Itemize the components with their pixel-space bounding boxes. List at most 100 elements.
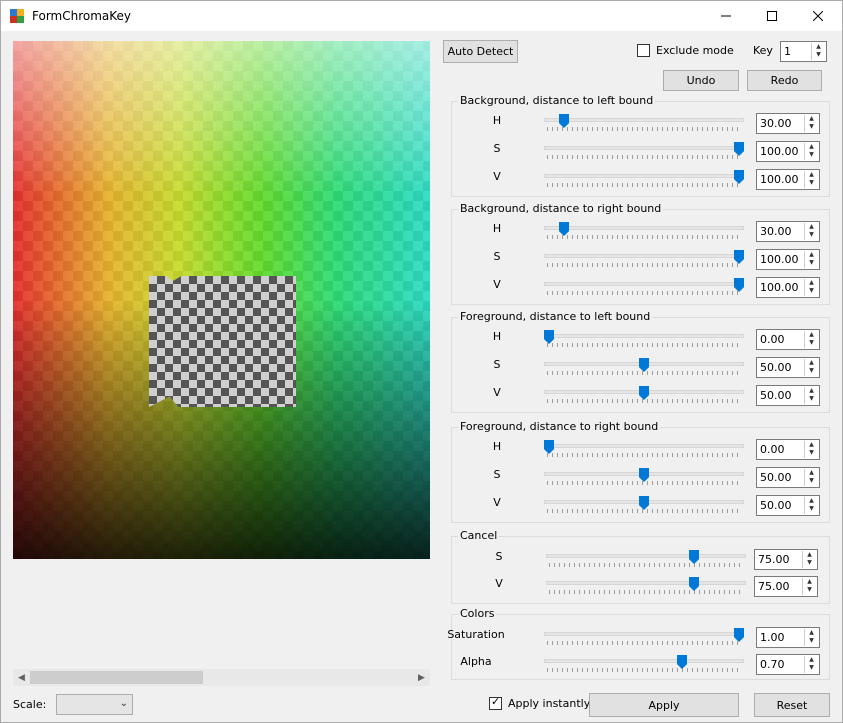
trackbar-slider[interactable]: [544, 440, 744, 460]
spin-down-icon[interactable]: ▼: [805, 123, 818, 131]
preview-horizontal-scrollbar[interactable]: ◀ ▶: [13, 669, 430, 686]
spin-up-icon[interactable]: ▲: [805, 143, 818, 151]
value-spinner[interactable]: 30.00 ▲ ▼: [756, 113, 820, 134]
slider-track[interactable]: [544, 226, 744, 230]
spinner-arrows[interactable]: ▲ ▼: [804, 469, 818, 486]
value-spinner[interactable]: 0.00 ▲ ▼: [756, 439, 820, 460]
scroll-right-arrow-icon[interactable]: ▶: [413, 669, 430, 686]
spin-down-icon[interactable]: ▼: [805, 477, 818, 485]
value-spinner[interactable]: 75.00 ▲ ▼: [754, 549, 818, 570]
image-preview[interactable]: [13, 41, 430, 559]
slider-thumb[interactable]: [734, 278, 744, 292]
value-spinner[interactable]: 100.00 ▲ ▼: [756, 141, 820, 162]
spin-down-icon[interactable]: ▼: [805, 395, 818, 403]
slider-thumb[interactable]: [689, 550, 699, 564]
trackbar-slider[interactable]: [544, 655, 744, 675]
slider-thumb[interactable]: [677, 655, 687, 669]
trackbar-slider[interactable]: [544, 358, 744, 378]
title-bar[interactable]: FormChromaKey: [1, 1, 842, 31]
slider-thumb[interactable]: [639, 496, 649, 510]
spin-up-icon[interactable]: ▲: [805, 115, 818, 123]
spinner-value[interactable]: 100.00: [760, 281, 799, 294]
spinner-arrows[interactable]: ▲ ▼: [804, 331, 818, 348]
trackbar-slider[interactable]: [544, 114, 744, 134]
slider-thumb[interactable]: [559, 114, 569, 128]
close-button[interactable]: [795, 1, 841, 31]
spinner-arrows[interactable]: ▲ ▼: [804, 387, 818, 404]
key-spinner[interactable]: 1 ▲ ▼: [780, 41, 827, 62]
spin-down-icon[interactable]: ▼: [805, 664, 818, 672]
spin-up-icon[interactable]: ▲: [805, 359, 818, 367]
slider-thumb[interactable]: [639, 468, 649, 482]
trackbar-slider[interactable]: [544, 250, 744, 270]
value-spinner[interactable]: 75.00 ▲ ▼: [754, 576, 818, 597]
spinner-arrows[interactable]: ▲ ▼: [804, 115, 818, 132]
spinner-arrows[interactable]: ▲ ▼: [804, 497, 818, 514]
spinner-value[interactable]: 75.00: [758, 580, 790, 593]
value-spinner[interactable]: 100.00 ▲ ▼: [756, 249, 820, 270]
spin-up-icon[interactable]: ▲: [805, 331, 818, 339]
slider-thumb[interactable]: [734, 250, 744, 264]
trackbar-slider[interactable]: [544, 278, 744, 298]
spin-up-icon[interactable]: ▲: [805, 629, 818, 637]
minimize-button[interactable]: [703, 1, 749, 31]
value-spinner[interactable]: 50.00 ▲ ▼: [756, 495, 820, 516]
slider-track[interactable]: [544, 254, 744, 258]
spin-up-icon[interactable]: ▲: [805, 223, 818, 231]
trackbar-slider[interactable]: [544, 142, 744, 162]
spinner-value[interactable]: 1.00: [760, 631, 785, 644]
spin-down-icon[interactable]: ▼: [805, 179, 818, 187]
value-spinner[interactable]: 30.00 ▲ ▼: [756, 221, 820, 242]
exclude-mode-checkbox[interactable]: [637, 44, 650, 57]
spinner-value[interactable]: 75.00: [758, 553, 790, 566]
spinner-arrows[interactable]: ▲ ▼: [804, 656, 818, 673]
value-spinner[interactable]: 50.00 ▲ ▼: [756, 385, 820, 406]
spin-down-icon[interactable]: ▼: [805, 151, 818, 159]
slider-thumb[interactable]: [639, 358, 649, 372]
slider-track[interactable]: [544, 659, 744, 663]
spinner-value[interactable]: 100.00: [760, 253, 799, 266]
spin-up-icon[interactable]: ▲: [805, 251, 818, 259]
value-spinner[interactable]: 0.00 ▲ ▼: [756, 329, 820, 350]
value-spinner[interactable]: 50.00 ▲ ▼: [756, 467, 820, 488]
spinner-arrows[interactable]: ▲ ▼: [804, 143, 818, 160]
spin-down-icon[interactable]: ▼: [805, 367, 818, 375]
scrollbar-thumb[interactable]: [30, 671, 203, 684]
slider-thumb[interactable]: [734, 142, 744, 156]
spin-down-icon[interactable]: ▼: [805, 339, 818, 347]
slider-thumb[interactable]: [544, 440, 554, 454]
slider-track[interactable]: [544, 174, 744, 178]
spinner-arrows[interactable]: ▲ ▼: [804, 359, 818, 376]
spinner-value[interactable]: 50.00: [760, 389, 792, 402]
spinner-arrows[interactable]: ▲ ▼: [804, 279, 818, 296]
slider-track[interactable]: [544, 118, 744, 122]
spinner-arrows[interactable]: ▲ ▼: [802, 551, 816, 568]
value-spinner[interactable]: 0.70 ▲ ▼: [756, 654, 820, 675]
spin-up-icon[interactable]: ▲: [805, 279, 818, 287]
scroll-left-arrow-icon[interactable]: ◀: [13, 669, 30, 686]
slider-track[interactable]: [544, 282, 744, 286]
spinner-value[interactable]: 0.00: [760, 443, 785, 456]
spin-down-icon[interactable]: ▼: [805, 637, 818, 645]
key-value[interactable]: 1: [784, 45, 791, 58]
spinner-value[interactable]: 50.00: [760, 361, 792, 374]
slider-thumb[interactable]: [639, 386, 649, 400]
slider-track[interactable]: [544, 146, 744, 150]
spinner-arrows[interactable]: ▲ ▼: [804, 441, 818, 458]
trackbar-slider[interactable]: [544, 628, 744, 648]
spin-down-icon[interactable]: ▼: [805, 259, 818, 267]
value-spinner[interactable]: 50.00 ▲ ▼: [756, 357, 820, 378]
spin-down-icon[interactable]: ▼: [805, 449, 818, 457]
spinner-value[interactable]: 50.00: [760, 499, 792, 512]
spin-up-icon[interactable]: ▲: [805, 441, 818, 449]
spin-up-icon[interactable]: ▲: [803, 578, 816, 586]
spin-up-icon[interactable]: ▲: [805, 469, 818, 477]
trackbar-slider[interactable]: [544, 222, 744, 242]
spin-down-icon[interactable]: ▼: [805, 505, 818, 513]
redo-button[interactable]: Redo: [747, 70, 822, 91]
exclude-mode-label[interactable]: Exclude mode: [656, 44, 734, 57]
value-spinner[interactable]: 100.00 ▲ ▼: [756, 169, 820, 190]
spin-up-icon[interactable]: ▲: [805, 656, 818, 664]
spinner-value[interactable]: 100.00: [760, 145, 799, 158]
slider-track[interactable]: [544, 444, 744, 448]
